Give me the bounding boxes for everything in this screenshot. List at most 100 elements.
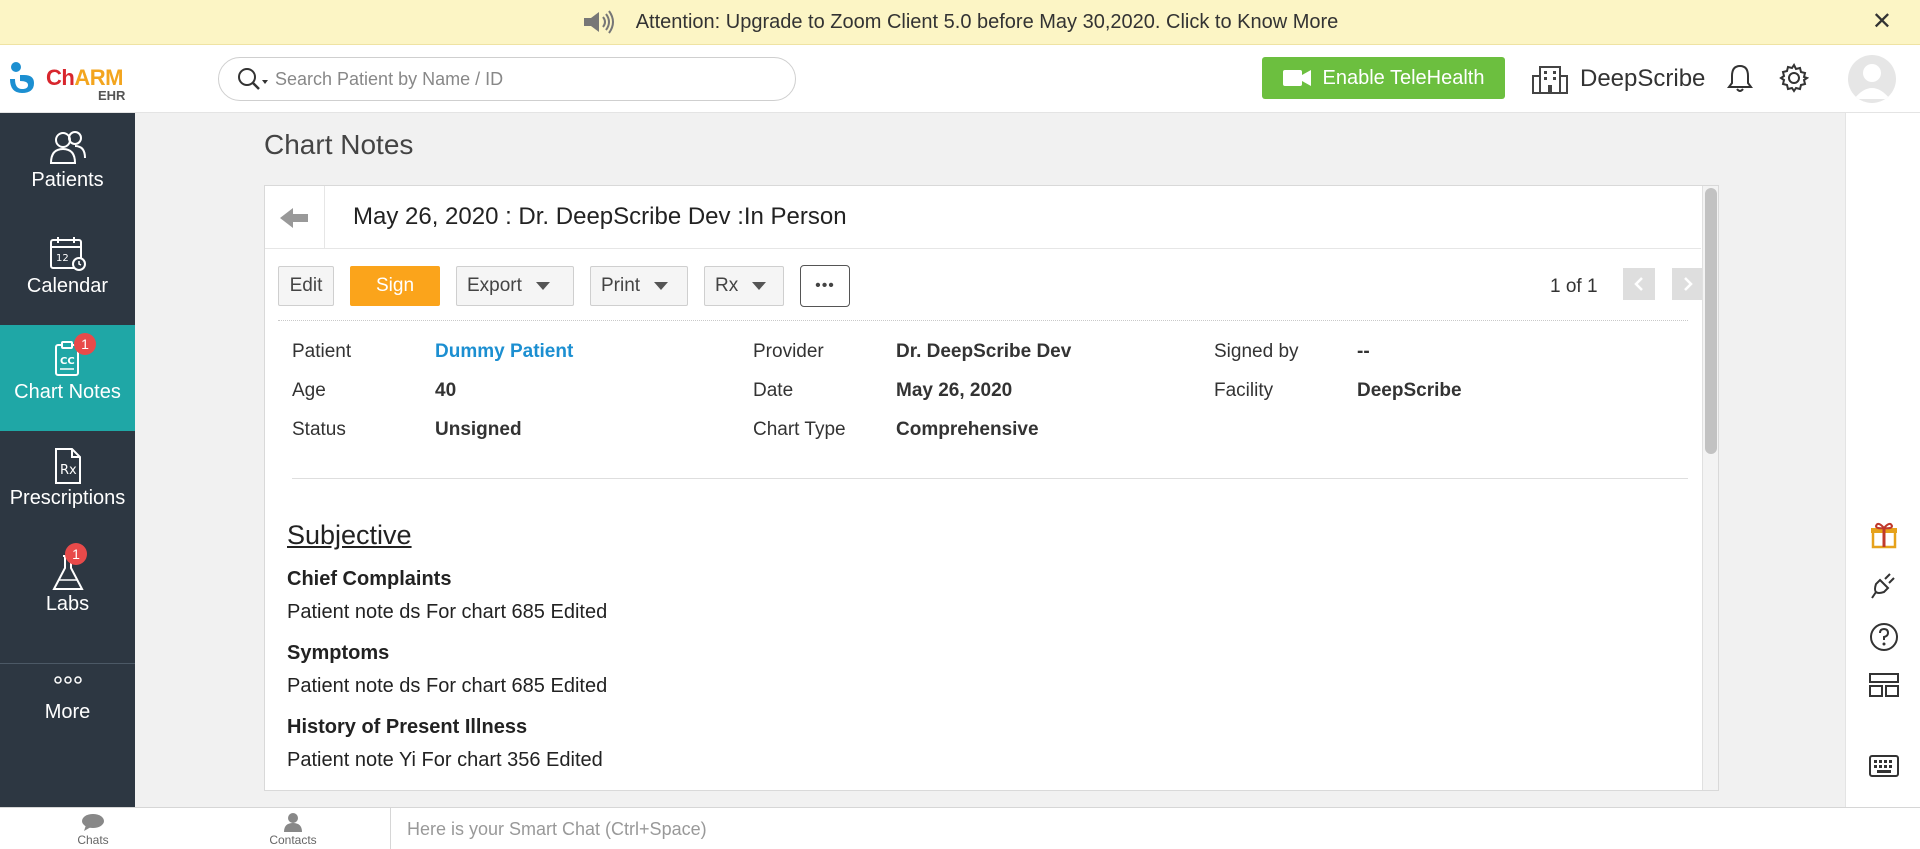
logo-subtitle: EHR xyxy=(98,88,126,103)
charm-logo[interactable]: ChARM EHR xyxy=(6,55,131,105)
age-label: Age xyxy=(292,380,326,401)
chevron-down-icon xyxy=(654,282,669,290)
chats-button[interactable]: Chats xyxy=(48,811,138,847)
svg-text:12: 12 xyxy=(56,253,69,264)
previous-page-button[interactable] xyxy=(1623,268,1655,300)
contacts-icon xyxy=(248,811,338,833)
help-icon[interactable] xyxy=(1846,622,1920,652)
svg-text:CC: CC xyxy=(60,356,75,367)
rx-label: Rx xyxy=(715,275,739,296)
gear-icon[interactable] xyxy=(1779,63,1810,98)
next-page-button[interactable] xyxy=(1672,268,1704,300)
more-icon xyxy=(0,675,135,685)
sidebar-item-patients[interactable]: Patients xyxy=(0,113,135,219)
calendar-icon: 12 xyxy=(0,235,135,273)
chart-note-header: May 26, 2020 : Dr. DeepScribe Dev :In Pe… xyxy=(265,186,1701,249)
scrollbar-thumb[interactable] xyxy=(1705,188,1717,454)
sign-label: Sign xyxy=(375,275,415,296)
chart-notes-badge: 1 xyxy=(74,333,96,355)
signed-by-value: -- xyxy=(1357,341,1370,362)
sidebar-nav: Patients 12 Calendar CC 1 Chart Notes Rx… xyxy=(0,113,135,807)
card-scrollbar[interactable] xyxy=(1702,186,1718,790)
telehealth-label: Enable TeleHealth xyxy=(1322,66,1485,89)
symptoms-text: Patient note ds For chart 685 Edited xyxy=(287,675,608,697)
sidebar-item-more[interactable]: More xyxy=(0,663,135,761)
export-dropdown[interactable]: Export xyxy=(456,266,574,306)
chart-note-title: May 26, 2020 : Dr. DeepScribe Dev :In Pe… xyxy=(353,203,847,230)
export-label: Export xyxy=(467,275,522,296)
top-header: ChARM EHR Enable TeleHealth DeepScribe xyxy=(0,45,1920,113)
facility-label: Facility xyxy=(1214,380,1274,401)
more-options-label: ••• xyxy=(815,277,835,294)
speaker-icon xyxy=(582,10,616,34)
logo-mark-icon xyxy=(10,62,34,93)
more-options-button[interactable]: ••• xyxy=(800,265,850,307)
announcement-banner[interactable]: Attention: Upgrade to Zoom Client 5.0 be… xyxy=(0,0,1920,45)
facility-value: DeepScribe xyxy=(1357,380,1462,401)
layout-icon[interactable] xyxy=(1846,673,1920,697)
date-label: Date xyxy=(753,380,794,401)
pagination-text: 1 of 1 xyxy=(1550,276,1598,297)
rx-dropdown[interactable]: Rx xyxy=(704,266,784,306)
age-value: 40 xyxy=(435,380,457,401)
symptoms-heading: Symptoms xyxy=(287,642,390,664)
search-icon[interactable] xyxy=(231,66,275,92)
status-label: Status xyxy=(292,419,346,440)
chart-type-value: Comprehensive xyxy=(896,419,1039,440)
chart-notes-icon: CC xyxy=(0,341,135,379)
sidebar-item-label: Calendar xyxy=(26,275,109,297)
banner-text[interactable]: Attention: Upgrade to Zoom Client 5.0 be… xyxy=(636,11,1339,34)
contacts-button[interactable]: Contacts xyxy=(248,811,338,847)
signed-by-label: Signed by xyxy=(1214,341,1299,362)
sidebar-item-label: Labs xyxy=(45,593,90,615)
sidebar-item-prescriptions[interactable]: Rx Prescriptions xyxy=(0,431,135,537)
chief-complaints-text: Patient note ds For chart 685 Edited xyxy=(287,601,608,623)
gift-icon[interactable] xyxy=(1846,521,1920,549)
provider-value: Dr. DeepScribe Dev xyxy=(896,341,1072,362)
sidebar-item-labs[interactable]: 1 Labs xyxy=(0,537,135,643)
sidebar-item-calendar[interactable]: 12 Calendar xyxy=(0,219,135,325)
page-title: Chart Notes xyxy=(264,129,414,160)
keyboard-icon[interactable] xyxy=(1846,755,1920,777)
sidebar-item-label: More xyxy=(44,701,91,723)
bottom-bar: Chats Contacts xyxy=(0,807,1920,849)
sign-button[interactable]: Sign xyxy=(350,266,440,306)
bell-icon[interactable] xyxy=(1726,63,1754,98)
chart-note-card: May 26, 2020 : Dr. DeepScribe Dev :In Pe… xyxy=(264,185,1719,791)
plug-icon[interactable] xyxy=(1846,570,1920,600)
chat-bubble-icon xyxy=(48,811,138,833)
organization-name: DeepScribe xyxy=(1580,65,1706,92)
organization-switcher[interactable]: DeepScribe xyxy=(1532,61,1705,97)
sidebar-item-label: Prescriptions xyxy=(9,487,126,509)
building-icon xyxy=(1532,64,1568,94)
print-dropdown[interactable]: Print xyxy=(590,266,688,306)
chevron-down-icon xyxy=(752,282,767,290)
edit-label: Edit xyxy=(289,275,323,296)
smart-chat-bar[interactable] xyxy=(390,808,1920,849)
prescription-icon: Rx xyxy=(0,447,135,485)
chevron-down-icon xyxy=(535,282,550,290)
contacts-label: Contacts xyxy=(269,833,317,847)
sidebar-item-chart-notes[interactable]: CC 1 Chart Notes xyxy=(0,325,135,431)
hpi-text: Patient note Yi For chart 356 Edited xyxy=(287,749,603,771)
back-button[interactable] xyxy=(265,186,325,249)
labs-badge: 1 xyxy=(65,543,87,565)
smart-chat-input[interactable] xyxy=(407,818,1920,840)
edit-button[interactable]: Edit xyxy=(278,266,334,306)
chief-complaints-heading: Chief Complaints xyxy=(287,568,452,590)
search-input[interactable] xyxy=(275,68,795,90)
date-value: May 26, 2020 xyxy=(896,380,1013,401)
print-label: Print xyxy=(601,275,641,296)
enable-telehealth-button[interactable]: Enable TeleHealth xyxy=(1262,57,1505,99)
patient-link[interactable]: Dummy Patient xyxy=(435,341,573,363)
info-divider xyxy=(292,478,1688,479)
chevron-right-icon xyxy=(1684,277,1693,291)
patient-label: Patient xyxy=(292,341,352,362)
user-avatar[interactable] xyxy=(1848,55,1896,103)
svg-text:Rx: Rx xyxy=(60,463,77,478)
chart-toolbar: Edit Sign Export Print Rx ••• 1 of 1 xyxy=(278,265,1704,308)
video-camera-icon xyxy=(1282,69,1311,87)
close-icon[interactable]: ✕ xyxy=(1872,10,1892,34)
patient-search[interactable] xyxy=(218,57,796,101)
provider-label: Provider xyxy=(753,341,824,362)
